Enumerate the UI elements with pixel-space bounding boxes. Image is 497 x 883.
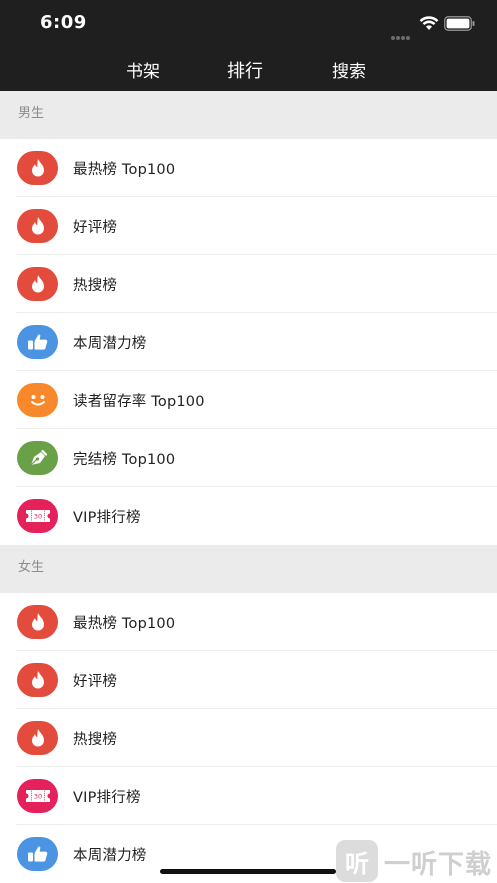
svg-text:30: 30 [33, 793, 41, 801]
section-title: 男生 [18, 105, 45, 121]
ranking-item-label: VIP排行榜 [73, 509, 141, 526]
ranking-list-item[interactable]: 读者留存率 Top100 [0, 371, 497, 429]
ranking-list-item[interactable]: 本周潜力榜 [0, 313, 497, 371]
ranking-list-item[interactable]: 热搜榜 [0, 255, 497, 313]
ranking-item-label: 读者留存率 Top100 [73, 393, 205, 410]
ranking-item-label: 最热榜 Top100 [73, 161, 176, 178]
ticket-icon: 30 [17, 499, 58, 533]
section-header: 男生 [0, 91, 497, 139]
smiley-icon [17, 383, 58, 417]
tab-ranking[interactable]: 排行 [227, 57, 263, 83]
ranking-item-label: 本周潜力榜 [73, 335, 147, 352]
watermark-logo: 听 [336, 840, 378, 882]
wifi-icon [419, 16, 439, 30]
cellular-signal-icon [391, 25, 411, 44]
ranking-item-label: 热搜榜 [73, 731, 118, 748]
top-nav: 书架 排行 搜索 [0, 48, 497, 91]
ranking-item-label: 本周潜力榜 [73, 847, 147, 864]
ranking-item-label: 最热榜 Top100 [73, 615, 176, 632]
ranking-list-item[interactable]: 完结榜 Top100 [0, 429, 497, 487]
ranking-item-label: 完结榜 Top100 [73, 451, 176, 468]
ranking-list-item[interactable]: 好评榜 [0, 197, 497, 255]
section-title: 女生 [18, 559, 45, 575]
ticket-icon: 30 [17, 779, 58, 813]
ranking-item-label: 热搜榜 [73, 277, 118, 294]
flame-icon [17, 605, 58, 639]
thumbs-up-icon [17, 325, 58, 359]
flame-icon [17, 663, 58, 697]
battery-icon [444, 16, 475, 31]
status-bar: 6:09 [0, 0, 497, 48]
pen-icon [17, 441, 58, 475]
ranking-list-item[interactable]: 30 VIP排行榜 [0, 487, 497, 545]
watermark-text: 一听下载 [384, 850, 493, 880]
section-header: 女生 [0, 545, 497, 593]
flame-icon [17, 721, 58, 755]
thumbs-up-icon [17, 837, 58, 871]
ranking-list-item[interactable]: 热搜榜 [0, 709, 497, 767]
ranking-list-item[interactable]: 30 VIP排行榜 [0, 767, 497, 825]
ranking-item-label: VIP排行榜 [73, 789, 141, 806]
flame-icon [17, 267, 58, 301]
ranking-list-item[interactable]: 最热榜 Top100 [0, 593, 497, 651]
ranking-list: 男生 最热榜 Top100 好评榜 热搜榜 本周潜力榜 读者留存率 Top100 完结榜 T… [0, 91, 497, 883]
home-indicator [160, 869, 336, 874]
tab-bookshelf[interactable]: 书架 [126, 57, 160, 82]
ranking-list-item[interactable]: 最热榜 Top100 [0, 139, 497, 197]
flame-icon [17, 151, 58, 185]
flame-icon [17, 209, 58, 243]
svg-text:30: 30 [33, 513, 41, 521]
tab-search[interactable]: 搜索 [332, 57, 366, 82]
ranking-item-label: 好评榜 [73, 673, 118, 690]
ranking-list-item[interactable]: 好评榜 [0, 651, 497, 709]
ranking-item-label: 好评榜 [73, 219, 118, 236]
status-time: 6:09 [40, 12, 87, 33]
